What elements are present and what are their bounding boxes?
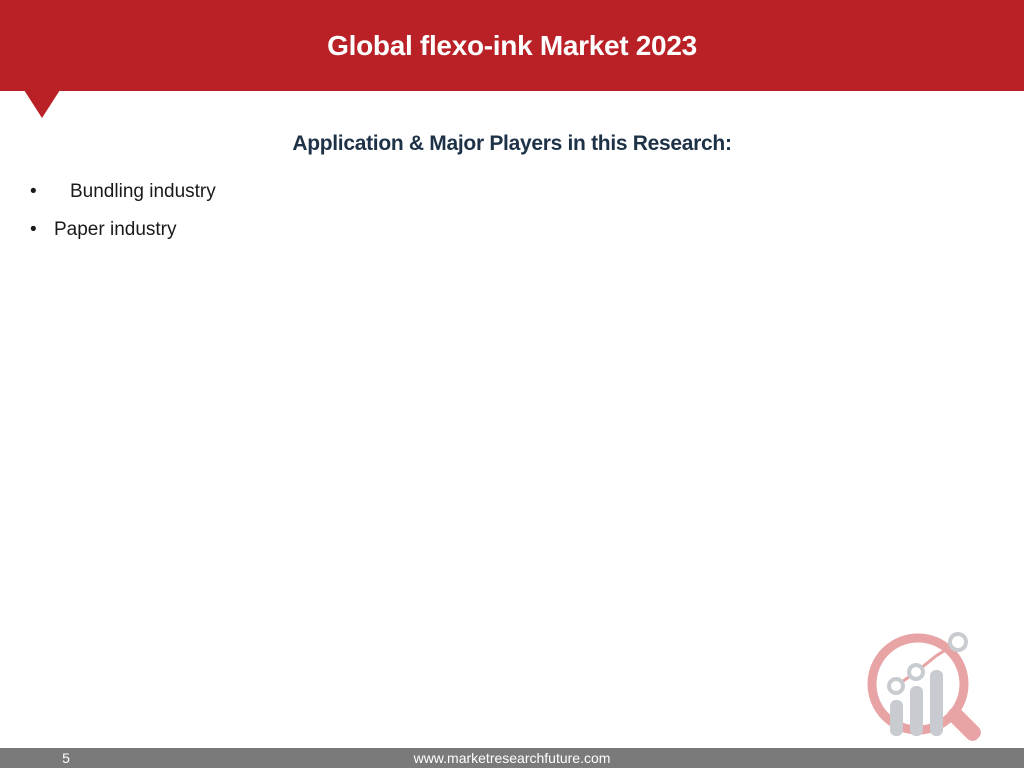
logo-bar (890, 700, 903, 736)
bullet-list: • Bundling industry • Paper industry (30, 178, 216, 254)
logo-node (907, 663, 925, 681)
logo-bar (930, 670, 943, 736)
bullet-marker: • (30, 219, 37, 240)
bullet-text: Bundling industry (70, 181, 216, 202)
section-heading: Application & Major Players in this Rese… (292, 132, 732, 155)
logo-node (948, 632, 968, 652)
bullet-text: Paper industry (54, 219, 177, 240)
list-item: • Bundling industry (30, 178, 216, 206)
logo-bar (910, 686, 923, 736)
magnifier-bar-chart-logo-icon (867, 632, 981, 741)
bullet-marker: • (30, 181, 37, 202)
footer-url: www.marketresearchfuture.com (413, 750, 611, 766)
header-notch (24, 90, 60, 118)
footer-bar: 5 www.marketresearchfuture.com (0, 748, 1024, 768)
slide-title: Global flexo-ink Market 2023 (327, 30, 697, 61)
logo-node (887, 677, 905, 695)
logo-trend-line (895, 640, 959, 688)
list-item: • Paper industry (30, 216, 216, 244)
logo-handle (947, 707, 981, 741)
